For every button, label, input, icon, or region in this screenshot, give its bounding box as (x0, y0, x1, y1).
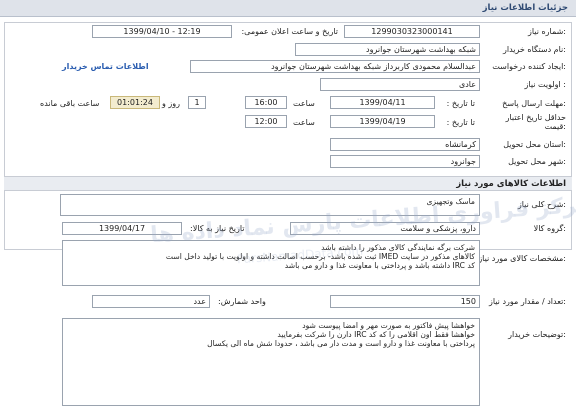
reply-time-label: ساعت (293, 99, 315, 108)
buyer-contact-link[interactable]: اطلاعات تماس خریدار (62, 62, 149, 71)
buyer-org-label: نام دستگاه خریدار: (502, 45, 566, 54)
need-number-field: 1299030323000141 (344, 25, 480, 38)
need-number-label: شماره نیاز: (527, 27, 566, 36)
quantity-field: 150 (330, 295, 480, 308)
reply-to-date-label: تا تاریخ : (446, 99, 475, 108)
goods-group-label: گروه کالا: (533, 224, 566, 233)
remaining-time-label: ساعت باقی مانده (40, 99, 100, 108)
page-header-bar: جزئیات اطلاعات نیاز (0, 0, 576, 17)
delivery-city-label: شهر محل تحویل: (508, 157, 566, 166)
buyer-specs-label: مشخصات کالای مورد نیاز: (478, 254, 566, 263)
price-validity-date-field: 1399/04/19 (330, 115, 435, 128)
unit-field: عدد (92, 295, 210, 308)
reply-deadline-date-field: 1399/04/11 (330, 96, 435, 109)
unit-label: واحد شمارش: (218, 297, 266, 306)
days-and-label: روز و (162, 99, 180, 108)
creator-label: ایجاد کننده درخواست: (492, 62, 566, 71)
buyer-notes-line: پرداختی با معاونت غذا و دارو است و مدت د… (207, 339, 475, 348)
quantity-label: تعداد / مقدار مورد نیاز: (488, 297, 566, 306)
reply-deadline-label: مهلت ارسال پاسخ: (502, 99, 566, 108)
delivery-province-field: کرمانشاه (330, 138, 480, 151)
delivery-city-field: جوانرود (330, 155, 480, 168)
price-validity-time-field: 12:00 (245, 115, 287, 128)
remaining-time-field: 01:01:24 (110, 96, 160, 109)
page-title: جزئیات اطلاعات نیاز (482, 3, 568, 13)
buyer-notes-line: خواهشا فقط اون اقلامی را که کد IRC دارن … (277, 330, 475, 339)
remaining-days-field: 1 (188, 96, 206, 109)
reply-deadline-time-field: 16:00 (245, 96, 287, 109)
delivery-province-label: استان محل تحویل: (503, 140, 566, 149)
announce-datetime-field: 1399/04/10 - 12:19 (92, 25, 232, 38)
priority-label: اولویت نیاز : (524, 80, 566, 89)
priority-field: عادی (320, 78, 480, 91)
price-validity-label-2: قیمت: (544, 122, 566, 131)
creator-field: عبدالسلام محمودی کاربرداز شبکه بهداشت شه… (190, 60, 480, 73)
price-time-label: ساعت (293, 118, 315, 127)
buyer-notes-line: خواهشا پیش فاکتور به صورت مهر و امضا پیو… (302, 321, 475, 330)
price-to-date-label: تا تاریخ : (446, 118, 475, 127)
buyer-org-field: شبکه بهداشت شهرستان جوانرود (295, 43, 480, 56)
price-validity-label-1: حداقل تاریخ اعتبار (505, 113, 566, 122)
announce-datetime-label-text: تاریخ و ساعت اعلان عمومی: (241, 27, 338, 36)
goods-section-header: اطلاعات کالاهای مورد نیاز (4, 176, 572, 191)
buyer-notes-label: توضیحات خریدار: (508, 330, 566, 339)
goods-section-title: اطلاعات کالاهای مورد نیاز (456, 179, 566, 189)
buyer-notes-field: خواهشا پیش فاکتور به صورت مهر و امضا پیو… (62, 318, 480, 406)
